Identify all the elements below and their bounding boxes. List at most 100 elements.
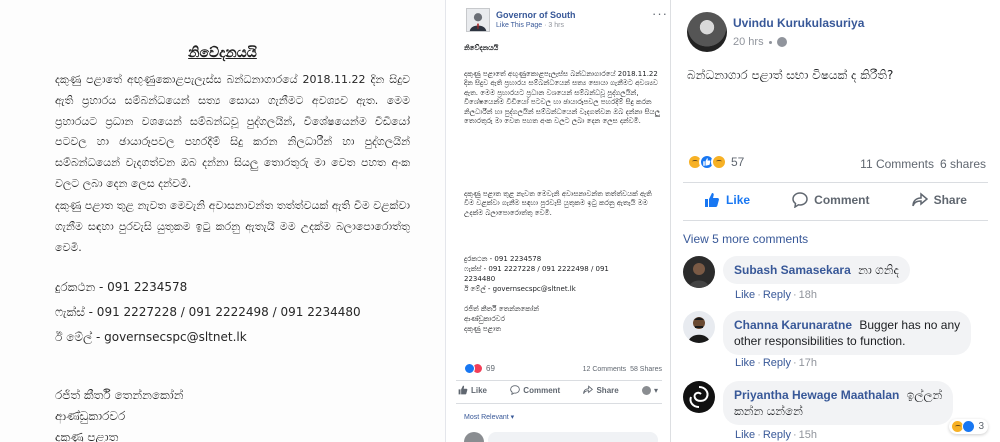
comment-reaction-badge[interactable]: 3 [949,419,988,434]
post-fax-line-1: ෆැක්ස් - 091 2227228 / 091 2222498 / 091 [464,265,609,273]
scanned-notice-image: නිවේදනයයි දකුණු පළාතේ අඟුණුකොළපැලැස්ස බන… [0,0,445,442]
post-comments-link[interactable]: 12 Comments [583,366,627,373]
comment-time[interactable]: 15h [799,429,817,441]
comment-text: නා ගනිද [858,263,899,277]
post-title: නිවේදනයයි [464,44,499,52]
comment-text-line-2: කන්න යන්නේ [734,404,803,418]
thumbs-up-icon [458,385,468,395]
comment-sort-dropdown[interactable]: Most Relevant ▾ [464,413,514,421]
portrait-icon [467,9,489,31]
commenter-avatar[interactable] [683,256,715,288]
comments-count-link[interactable]: 11 Comments [860,157,934,171]
post-time-link[interactable]: 20 hrs [733,36,764,48]
reaction-summary[interactable]: 57 [687,154,744,170]
post-timestamp: 20 hrs [733,36,787,48]
notice-email: ඊ මේල් - governsecspc@sltnet.lk [55,330,247,344]
author-name-link[interactable]: Uvindu Kurukulasuriya [733,16,864,30]
facebook-post: Governor of South Like This Page · 3 hrs… [445,0,671,442]
post-shares-link[interactable]: 58 Shares [630,366,662,373]
post-share-button[interactable]: Share [583,385,619,395]
separator-dot [768,40,772,44]
reaction-count: 57 [731,155,745,169]
like-button[interactable]: Like [704,192,750,208]
comment-time[interactable]: 18h [799,289,817,301]
thumbs-up-icon [705,193,720,207]
post-signature-province: දකුණු පළාත [464,325,501,333]
comment-text: Bugger has no any [859,318,961,332]
comment-like-link[interactable]: Like [735,357,755,369]
post-text: බන්ධනාගාර පළාත් සභා විෂයක් ද කිරීති? [687,68,894,82]
post-action-bar: Like Comment Share [683,186,988,214]
post-counts: 12 Comments 58 Shares [583,366,662,373]
comment-reaction-count: 3 [978,421,984,432]
shares-count-link[interactable]: 6 shares [940,157,986,171]
share-icon [583,385,594,394]
comment-reply-link[interactable]: Reply [763,289,791,301]
commenter-avatar[interactable] [683,311,715,343]
flower-logo-icon [683,381,715,413]
comment-reply-link[interactable]: Reply [763,357,791,369]
post-like-button[interactable]: Like [458,385,487,395]
post-phone: දුරකථන - 091 2234578 [464,255,542,263]
post-actions: Like Comment Share ▾ [458,385,658,395]
post-paragraph-2: දකුණු පළාත තුළ නැවත මෙවැනි අවාසනාවන්ත තත… [464,190,652,217]
notice-fax: ෆැක්ස් - 091 2227228 / 091 2222498 / 091… [55,305,361,319]
post-email: ඊ මේල් - governsecspc@sltnet.lk [464,285,576,293]
comment-text-line-2: other responsibilities to function. [734,334,906,348]
comment-text: ඉල්ලන් [906,388,943,402]
post-paragraph-1: දකුණු පළාතේ අඟුණුකොළපැලැස්ස බන්ධනාගාරයේ … [464,70,661,126]
page-avatar[interactable] [466,8,490,32]
post-signature-name: රජිත් කීර්ති තෙන්නකෝන් [464,305,539,313]
comment-meta: Like · Reply · 15h [735,429,818,441]
notice-signature-province: දකුණු පළාත [55,430,119,442]
notice-paragraph-1: දකුණු පළාතේ අඟුණුකොළපැලැස්ස බන්ධනාගාරයේ … [55,73,410,190]
share-button[interactable]: Share [911,192,967,208]
sad-reaction-icon [711,154,727,170]
comment-bubble: Subash Samasekara නා ගනිද [723,256,910,284]
globe-icon [641,385,651,395]
comment-icon [510,385,521,395]
comment-bubble: Priyantha Hewage Maathalan ඉල්ලන් කන්න ය… [723,381,954,425]
post-reaction-count: 69 [486,364,495,373]
comment-bubble: Channa Karunaratne Bugger has no any oth… [723,311,972,355]
post-signature-title: ආණ්ඩුකාරවර [464,315,505,323]
post-time[interactable]: 3 hrs [548,22,564,29]
engagement-counts: 11 Comments 6 shares [860,157,986,171]
comment-meta: Like · Reply · 17h [735,357,818,369]
audience-selector[interactable]: ▾ [641,385,658,395]
post-comment-button[interactable]: Comment [510,385,560,395]
commenter-name-link[interactable]: Priyantha Hewage Maathalan [734,388,899,402]
comment-like-link[interactable]: Like [735,429,755,441]
divider [456,380,662,381]
comment-button[interactable]: Comment [792,192,870,208]
divider [683,220,988,221]
comment-reply-link[interactable]: Reply [763,429,791,441]
like-reaction-icon [464,363,475,374]
notice-signature-name: රජිත් කීර්ති තෙන්නකෝන් [55,388,184,402]
commenter-name-link[interactable]: Channa Karunaratne [734,318,852,332]
view-more-comments-link[interactable]: View 5 more comments [683,232,808,246]
comment-meta: Like · Reply · 18h [735,289,818,301]
share-icon [911,192,928,207]
profile-photo-icon [683,256,715,288]
share-post-panel: Uvindu Kurukulasuriya 20 hrs බන්ධනාගාර ප… [671,0,1000,442]
globe-icon [776,37,787,47]
commenter-avatar[interactable] [683,381,715,413]
notice-phone: දුරකථන - 091 2234578 [55,280,188,294]
comment-time[interactable]: 17h [799,357,817,369]
like-reaction-icon [962,420,976,433]
divider [456,403,662,404]
comment-like-link[interactable]: Like [735,289,755,301]
more-options-icon[interactable]: ··· [652,6,668,21]
author-avatar[interactable] [687,12,727,52]
notice-title: නිවේදනයයි [188,45,257,61]
comment-bubble [488,432,658,442]
like-page-link[interactable]: Like This Page [496,22,542,29]
page-name-link[interactable]: Governor of South [496,10,576,20]
post-reactions[interactable]: 69 [464,363,495,374]
notice-signature-title: ආණ්ඩුකාරවර [55,409,126,423]
post-fax-line-2: 2234480 [464,275,496,283]
commenter-name-link[interactable]: Subash Samasekara [734,263,851,277]
commenter-avatar[interactable] [464,432,484,442]
profile-photo-icon [683,311,715,343]
